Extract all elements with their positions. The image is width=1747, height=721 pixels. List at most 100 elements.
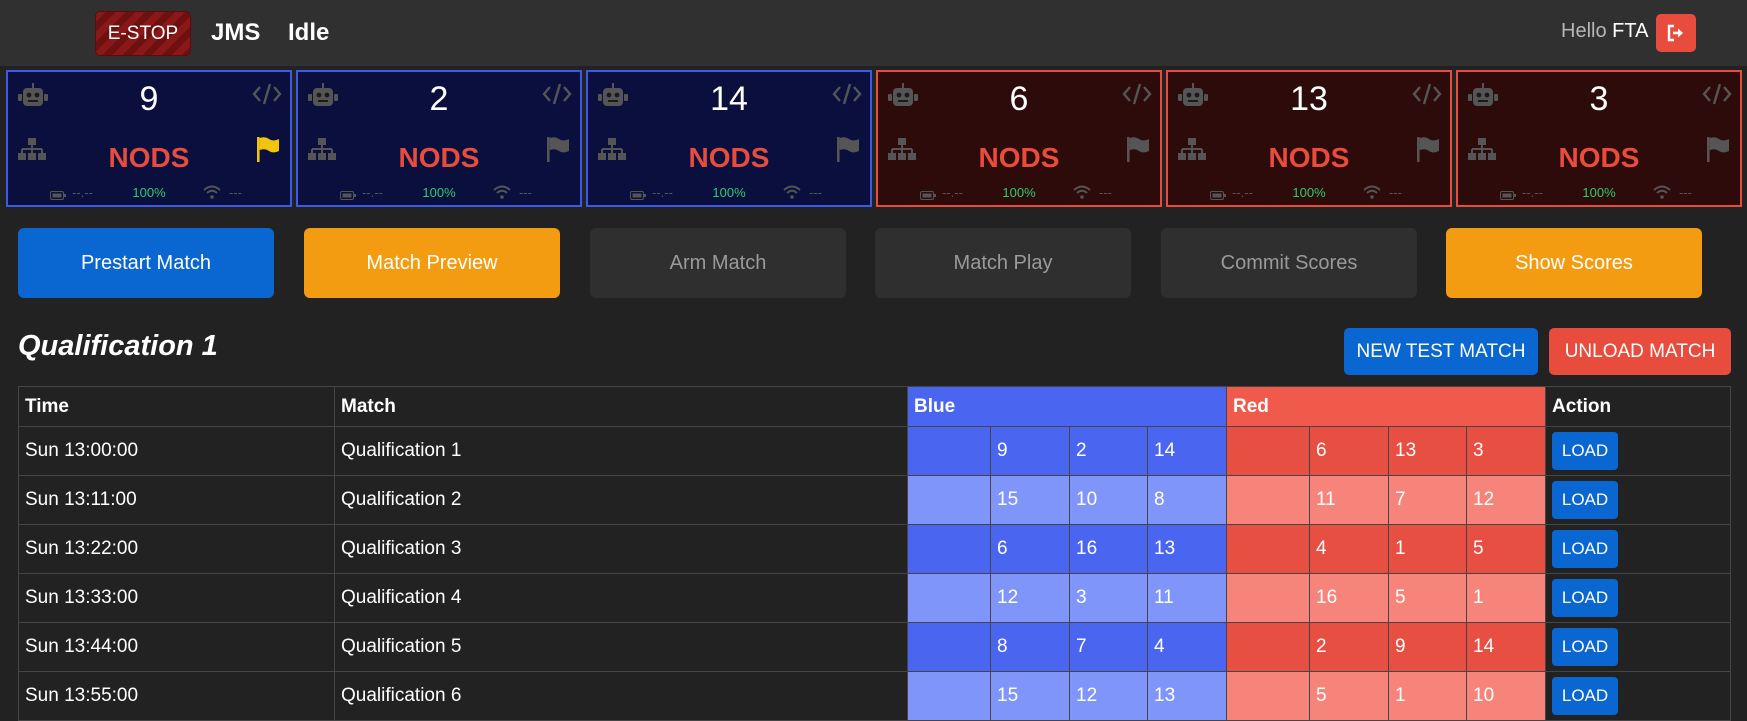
station-blue-3[interactable]: 14 NODS --.-- 100% ---	[586, 70, 872, 207]
arm-match-button[interactable]: Arm Match	[590, 228, 846, 298]
blue-team-cell: 12	[990, 573, 1070, 623]
action-cell: LOAD	[1545, 426, 1732, 476]
commit-scores-button[interactable]: Commit Scores	[1161, 228, 1417, 298]
red-spacer-cell	[1226, 524, 1310, 574]
ds-battery: 100%	[1582, 185, 1616, 200]
blue-team-cell: 13	[1147, 671, 1227, 721]
flag-icon	[256, 136, 280, 167]
show-scores-button[interactable]: Show Scores	[1446, 228, 1702, 298]
unload-match-button[interactable]: UNLOAD MATCH	[1549, 328, 1731, 375]
table-row: Sun 13:33:00 Qualification 4 12 3 11 16 5 1 LOAD	[18, 573, 1732, 623]
station-status: NODS	[688, 142, 770, 173]
match-time: Sun 13:11:00	[18, 475, 335, 525]
match-name: Qualification 5	[334, 622, 908, 672]
blue-spacer-cell	[907, 475, 991, 525]
station-team-number: 6	[1009, 80, 1029, 118]
station-red-1[interactable]: 6 NODS --.-- 100% ---	[876, 70, 1162, 207]
action-cell: LOAD	[1545, 573, 1732, 623]
new-test-match-button[interactable]: NEW TEST MATCH	[1344, 328, 1538, 375]
blue-team-cell: 7	[1069, 622, 1148, 672]
red-spacer-cell	[1226, 475, 1310, 525]
wifi-icon	[203, 185, 221, 202]
top-navbar: E-STOP JMS Idle Hello FTA	[0, 0, 1747, 66]
flag-icon	[1126, 136, 1150, 167]
match-name: Qualification 6	[334, 671, 908, 721]
red-header: Red	[1225, 386, 1547, 427]
current-match-title: Qualification 1	[18, 330, 218, 362]
red-team-cell: 2	[1309, 622, 1389, 672]
red-team-cell: 5	[1465, 524, 1547, 574]
user-name: FTA	[1612, 20, 1649, 42]
blue-team-cell: 16	[1069, 524, 1148, 574]
load-match-button[interactable]: LOAD	[1552, 481, 1619, 519]
flag-icon	[1706, 136, 1730, 167]
sign-out-icon	[1667, 24, 1683, 42]
estop-button[interactable]: E-STOP	[95, 11, 191, 56]
load-match-button[interactable]: LOAD	[1552, 432, 1619, 470]
blue-team-cell: 15	[990, 671, 1070, 721]
match-name: Qualification 3	[334, 524, 908, 574]
red-team-cell: 4	[1309, 524, 1389, 574]
station-red-2[interactable]: 13 NODS --.-- 100% ---	[1166, 70, 1452, 207]
red-team-cell: 13	[1388, 426, 1467, 476]
match-time: Sun 13:22:00	[18, 524, 335, 574]
wifi-icon	[493, 185, 511, 202]
schedule-body: Sun 13:00:00 Qualification 1 9 2 14 6 13 3 LOAD S…	[18, 426, 1732, 721]
ds-battery: 100%	[1002, 185, 1036, 200]
greeting: Hello FTA	[1561, 20, 1648, 43]
ds-battery: 100%	[712, 185, 746, 200]
logout-button[interactable]	[1656, 14, 1696, 52]
station-team-number: 9	[139, 80, 159, 118]
prestart-match-button[interactable]: Prestart Match	[18, 228, 274, 298]
signal-value: ---	[1389, 185, 1402, 200]
station-status: NODS	[1268, 142, 1350, 173]
table-row: Sun 13:22:00 Qualification 3 6 16 13 4 1 5 LOAD	[18, 524, 1732, 574]
blue-team-cell: 12	[1069, 671, 1148, 721]
load-match-button[interactable]: LOAD	[1552, 628, 1619, 666]
red-team-cell: 1	[1388, 524, 1467, 574]
station-status: NODS	[978, 142, 1060, 173]
load-match-button[interactable]: LOAD	[1552, 579, 1619, 617]
ds-battery: 100%	[422, 185, 456, 200]
red-team-cell: 14	[1465, 622, 1547, 672]
station-red-3[interactable]: 3 NODS --.-- 100% ---	[1456, 70, 1742, 207]
match-time: Sun 13:33:00	[18, 573, 335, 623]
red-team-cell: 7	[1388, 475, 1467, 525]
red-team-cell: 12	[1465, 475, 1547, 525]
red-spacer-cell	[1226, 426, 1310, 476]
blue-team-cell: 6	[990, 524, 1070, 574]
greeting-text: Hello	[1561, 20, 1607, 42]
blue-team-cell: 11	[1147, 573, 1227, 623]
red-team-cell: 1	[1465, 573, 1547, 623]
red-team-cell: 5	[1309, 671, 1389, 721]
match-time: Sun 13:55:00	[18, 671, 335, 721]
blue-team-cell: 13	[1147, 524, 1227, 574]
signal-value: ---	[1679, 185, 1692, 200]
ds-battery: 100%	[1292, 185, 1326, 200]
signal-value: ---	[809, 185, 822, 200]
load-match-button[interactable]: LOAD	[1552, 677, 1619, 715]
blue-team-cell: 9	[990, 426, 1070, 476]
blue-team-cell: 3	[1069, 573, 1148, 623]
station-team-number: 3	[1589, 80, 1609, 118]
flag-icon	[546, 136, 570, 167]
red-spacer-cell	[1226, 671, 1310, 721]
action-cell: LOAD	[1545, 475, 1732, 525]
match-preview-button[interactable]: Match Preview	[304, 228, 560, 298]
match-play-button[interactable]: Match Play	[875, 228, 1131, 298]
table-row: Sun 13:55:00 Qualification 6 15 12 13 5 1 10 LOA…	[18, 671, 1732, 721]
station-status: NODS	[108, 142, 190, 173]
blue-team-cell: 8	[990, 622, 1070, 672]
blue-team-cell: 15	[990, 475, 1070, 525]
station-blue-2[interactable]: 2 NODS --.-- 100% ---	[296, 70, 582, 207]
signal-value: ---	[519, 185, 532, 200]
station-blue-1[interactable]: 9 NODS --.-- 100% ---	[6, 70, 292, 207]
action-cell: LOAD	[1545, 622, 1732, 672]
blue-team-cell: 4	[1147, 622, 1227, 672]
load-match-button[interactable]: LOAD	[1552, 530, 1619, 568]
blue-team-cell: 14	[1147, 426, 1227, 476]
blue-spacer-cell	[907, 426, 991, 476]
arena-state: Idle	[288, 19, 330, 46]
red-team-cell: 5	[1388, 573, 1467, 623]
flag-icon	[1416, 136, 1440, 167]
